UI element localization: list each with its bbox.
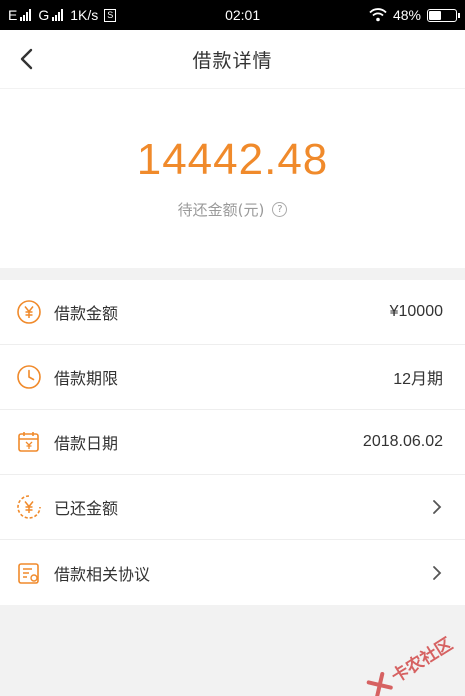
status-bar: E G 1K/s S 02:01 48% — [0, 0, 465, 30]
detail-label: 借款相关协议 — [54, 564, 151, 584]
amount-summary: 14442.48 待还金额(元) ? — [0, 88, 465, 268]
detail-label: 已还金额 — [54, 499, 119, 518]
battery-percent: 48% — [392, 7, 421, 23]
clock-icon — [17, 365, 41, 389]
detail-value: ¥10000 — [389, 303, 443, 320]
detail-label: 借款金额 — [54, 304, 119, 323]
signal-icon — [52, 9, 64, 21]
detail-value: 12月期 — [393, 371, 443, 388]
detail-label: 借款日期 — [54, 434, 119, 453]
status-right: 48% — [369, 7, 460, 23]
network-type-2: G — [38, 7, 50, 23]
status-badge: S — [104, 8, 117, 22]
wifi-icon — [369, 8, 387, 22]
chevron-left-icon[interactable] — [16, 47, 40, 71]
detail-row-repaid-amount[interactable]: 已还金额 — [0, 475, 465, 540]
network-type-1: E — [8, 7, 18, 23]
repaid-coin-icon — [17, 495, 41, 519]
amount-due: 14442.48 — [136, 135, 329, 184]
page-title: 借款详情 — [192, 49, 273, 72]
detail-row-loan-date: 借款日期 2018.06.02 — [0, 410, 465, 475]
detail-row-loan-term: 借款期限 12月期 — [0, 345, 465, 410]
watermark-text: 卡农社区 — [388, 634, 457, 688]
detail-row-loan-amount: 借款金额 ¥10000 — [0, 280, 465, 345]
agreement-icon — [18, 562, 39, 584]
calendar-icon — [18, 432, 39, 452]
clock: 02:01 — [225, 7, 261, 23]
detail-label: 借款期限 — [54, 369, 119, 388]
watermark: 卡农社区 — [364, 630, 457, 696]
detail-value: 2018.06.02 — [362, 433, 443, 450]
chevron-right-icon — [433, 500, 442, 514]
network-speed: 1K/s — [70, 7, 99, 23]
chevron-right-icon — [433, 565, 442, 580]
battery-icon — [427, 8, 460, 22]
yuan-coin-icon — [17, 300, 41, 324]
detail-row-agreement[interactable]: 借款相关协议 — [0, 540, 465, 605]
amount-label: 待还金额(元) — [177, 201, 265, 219]
status-left: E G 1K/s S — [8, 7, 117, 23]
amount-label-row: 待还金额(元) ? — [178, 199, 288, 220]
signal-icon — [20, 9, 32, 21]
detail-list: 借款金额 ¥10000 借款期限 12月期 借款日期 2018.06.02 已还… — [0, 280, 465, 605]
help-icon[interactable]: ? — [272, 202, 288, 217]
header: 借款详情 — [0, 30, 465, 88]
